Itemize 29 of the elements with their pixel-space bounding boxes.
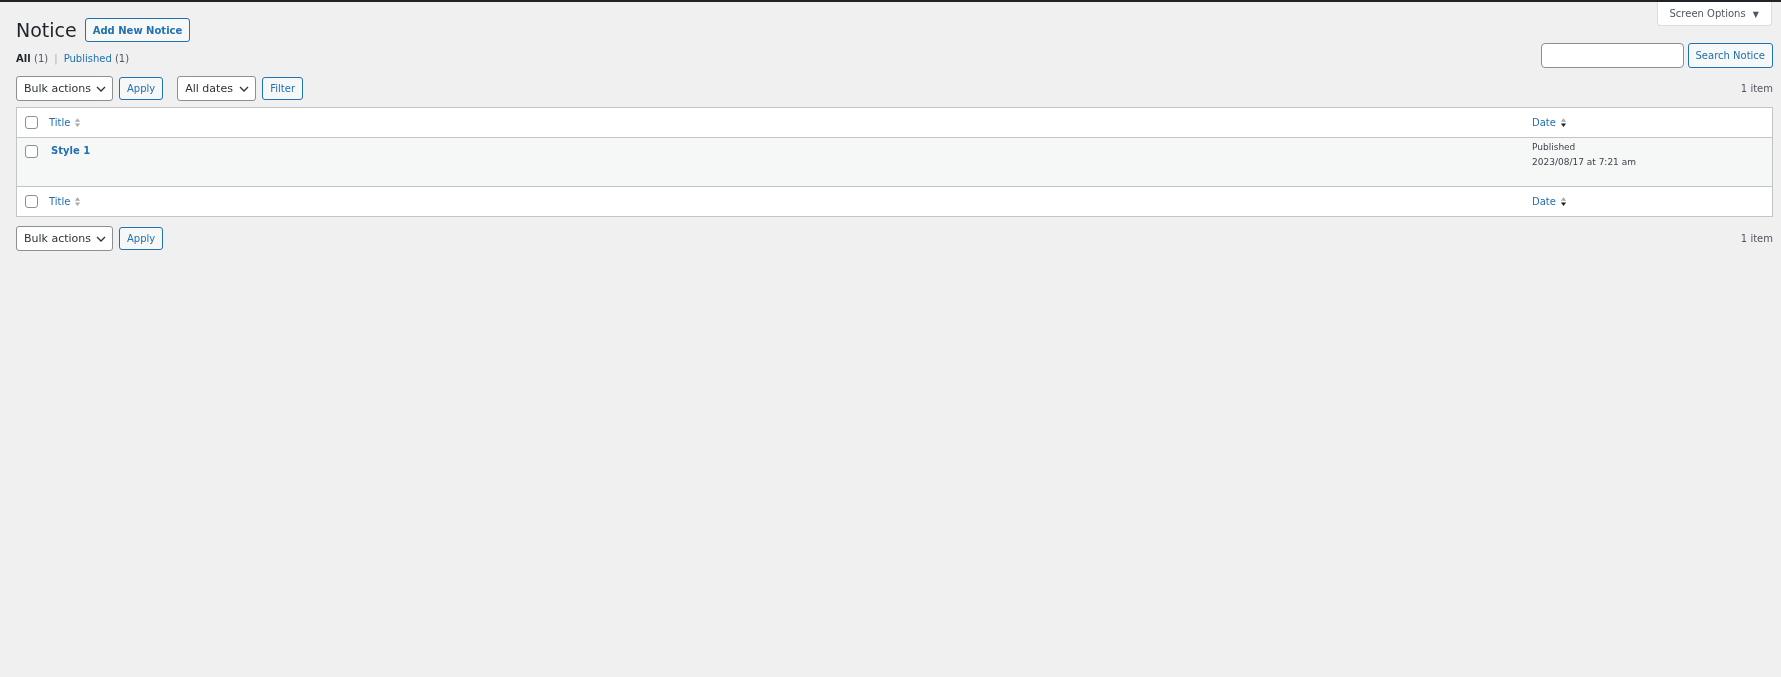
chevron-down-icon xyxy=(96,85,106,92)
chevron-down-icon xyxy=(96,235,106,242)
select-all-checkbox[interactable] xyxy=(25,116,38,129)
column-header-link[interactable]: Title xyxy=(49,196,71,207)
select-all-checkbox[interactable] xyxy=(25,195,38,208)
page-title: Notice xyxy=(16,19,77,41)
item-count: 1 item xyxy=(1740,83,1773,94)
post-title-link[interactable]: Style 1 xyxy=(51,145,91,156)
chevron-down-icon xyxy=(239,85,250,92)
view-filter-link[interactable]: All (1) xyxy=(16,53,49,64)
bulk-actions-dropdown[interactable]: Bulk actions xyxy=(16,76,113,101)
screen-options-button[interactable]: Screen Options ▼ xyxy=(1656,2,1772,26)
date-filter-dropdown[interactable]: All dates xyxy=(177,76,257,101)
post-date: 2023/08/17 at 7:21 am xyxy=(1532,157,1636,167)
search-button[interactable]: Search Notice xyxy=(1687,43,1773,68)
item-count: 1 item xyxy=(1740,233,1773,244)
filter-button[interactable]: Filter xyxy=(262,77,303,100)
post-status: Published xyxy=(1532,142,1576,152)
column-header-link[interactable]: Date xyxy=(1532,117,1556,128)
bulk-actions-dropdown[interactable]: Bulk actions xyxy=(16,226,113,251)
search-field[interactable] xyxy=(1540,43,1684,68)
apply-button[interactable]: Apply xyxy=(119,77,164,100)
row-checkbox[interactable] xyxy=(25,145,38,158)
column-header-link[interactable]: Date xyxy=(1532,196,1556,207)
add-new-button[interactable]: Add New Notice xyxy=(84,18,191,42)
apply-button[interactable]: Apply xyxy=(119,227,164,250)
separator: | xyxy=(54,53,58,64)
view-filter-link[interactable]: Published (1) xyxy=(63,53,130,64)
column-header-link[interactable]: Title xyxy=(49,117,71,128)
